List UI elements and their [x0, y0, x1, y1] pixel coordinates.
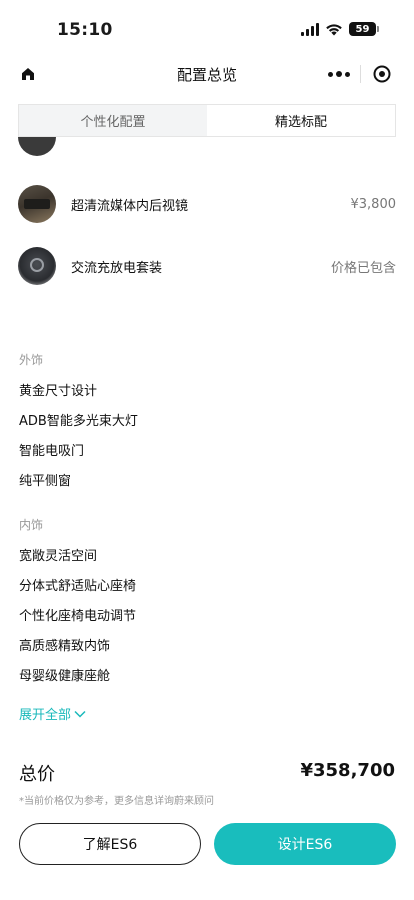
wifi-icon: [326, 23, 342, 35]
status-icons: 59: [301, 22, 379, 36]
tab-personalized-config[interactable]: 个性化配置: [19, 105, 207, 136]
section-title-interior: 内饰: [19, 518, 44, 532]
close-button[interactable]: [361, 58, 403, 90]
status-time: 15:10: [57, 20, 113, 40]
feature-item: 黄金尺寸设计: [19, 384, 98, 399]
mini-program-capsule: [318, 58, 404, 90]
learn-es6-button[interactable]: 了解ES6: [19, 823, 201, 865]
equipment-thumbnail: [18, 137, 56, 156]
feature-item: 宽敞灵活空间: [19, 549, 98, 564]
chevron-down-icon: [74, 710, 86, 718]
section-title-exterior: 外饰: [19, 353, 44, 367]
battery-icon: 59: [349, 22, 379, 36]
equipment-name: 超清流媒体内后视镜: [71, 198, 189, 214]
feature-item: 母婴级健康座舱: [19, 669, 111, 684]
price-disclaimer: *当前价格仅为参考，更多信息详询蔚来顾问: [19, 796, 214, 807]
price-footer: 总价 ¥358,700 *当前价格仅为参考，更多信息详询蔚来顾问 了解ES6 设…: [0, 737, 414, 900]
expand-all-link[interactable]: 展开全部: [19, 704, 86, 723]
status-bar: 15:10 59: [0, 0, 414, 56]
expand-all-label: 展开全部: [19, 708, 72, 723]
equipment-name: 交流充放电套装: [71, 260, 163, 276]
charging-kit-thumbnail: [18, 247, 56, 285]
list-item: [18, 137, 396, 157]
rearview-mirror-thumbnail: [18, 185, 56, 223]
feature-item: 纯平侧窗: [19, 474, 72, 489]
feature-item: 高质感精致内饰: [19, 639, 111, 654]
equipment-item-rearview-mirror: 超清流媒体内后视镜 ¥3,800: [18, 184, 396, 224]
feature-item: 个性化座椅电动调节: [19, 609, 137, 624]
signal-icon: [301, 22, 319, 36]
total-price-value: ¥358,700: [300, 760, 395, 781]
design-es6-button[interactable]: 设计ES6: [214, 823, 396, 865]
feature-item: 智能电吸门: [19, 444, 85, 459]
close-target-icon: [373, 65, 391, 83]
feature-item: 分体式舒适贴心座椅: [19, 579, 137, 594]
equipment-price: ¥3,800: [350, 196, 397, 212]
equipment-item-charging-kit: 交流充放电套装 价格已包含: [18, 246, 396, 286]
equipment-price: 价格已包含: [330, 260, 396, 276]
config-tabs: 个性化配置 精选标配: [18, 104, 396, 137]
config-content[interactable]: 超清流媒体内后视镜 ¥3,800 交流充放电套装 价格已包含 外饰 黄金尺寸设计…: [0, 137, 414, 737]
more-dots-icon[interactable]: [318, 58, 360, 90]
total-price-label: 总价: [19, 764, 55, 785]
nav-bar: 配置总览: [0, 56, 414, 92]
feature-item: ADB智能多光束大灯: [19, 414, 138, 429]
tab-featured-standard[interactable]: 精选标配: [207, 105, 395, 136]
